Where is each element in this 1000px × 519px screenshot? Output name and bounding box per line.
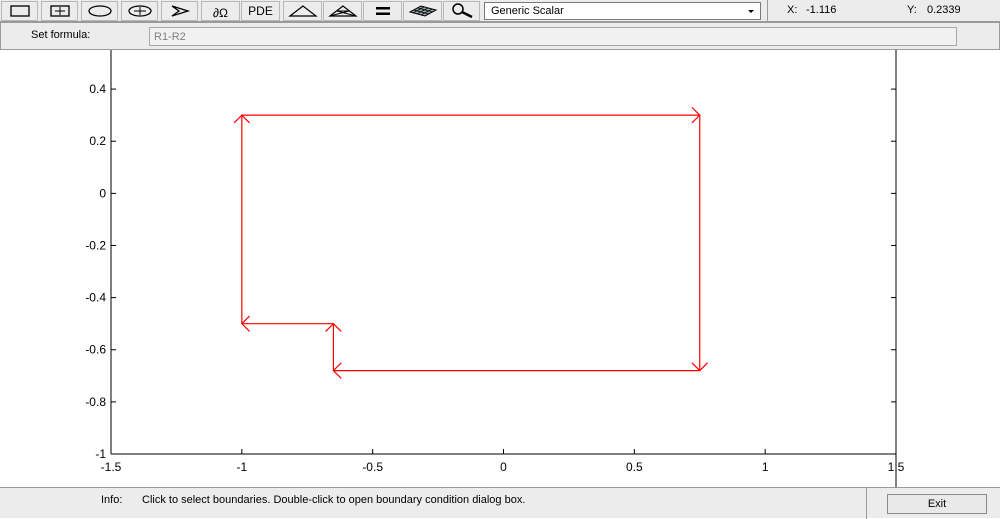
- set-formula-label: Set formula:: [31, 29, 91, 41]
- x-coordinate-label: X:: [787, 4, 798, 16]
- x-tick-label: -1: [236, 460, 247, 474]
- x-tick-label: -0.5: [362, 460, 383, 474]
- centered-ellipse-tool-button[interactable]: [121, 1, 158, 21]
- y-coordinate-label: Y:: [907, 4, 917, 16]
- boundary-edges[interactable]: [233, 106, 708, 379]
- plot-solution-button[interactable]: [403, 1, 442, 21]
- polygon-icon: [171, 5, 190, 17]
- pde-button[interactable]: PDE: [241, 1, 280, 21]
- x-tick-label: 1: [762, 460, 769, 474]
- y-axis-ticks: 0.4 0.2 0 -0.2 -0.4 -0.6 -0.8 -1: [85, 82, 896, 461]
- boundary-icon: ∂Ω: [213, 6, 228, 20]
- x-coordinate-value: -1.116: [806, 4, 837, 16]
- formula-bar: Set formula: R1-R2: [0, 22, 1000, 50]
- pde-label: PDE: [248, 4, 273, 18]
- exit-label: Exit: [927, 498, 947, 510]
- x-tick-label: 1.5: [888, 460, 905, 474]
- polygon-tool-button[interactable]: [161, 1, 198, 21]
- application-mode-value: Generic Scalar: [491, 5, 564, 17]
- rectangle-tool-button[interactable]: [1, 1, 38, 21]
- solve-button[interactable]: [363, 1, 402, 21]
- x-axis-ticks: -1.5 -1 -0.5 0 0.5 1 1.5: [101, 449, 905, 474]
- centered-rectangle-tool-button[interactable]: [41, 1, 78, 21]
- boundary-mode-button[interactable]: ∂Ω: [201, 1, 240, 21]
- y-tick-label: -0.2: [85, 238, 106, 252]
- info-text: Click to select boundaries. Double-click…: [142, 494, 526, 506]
- y-tick-label: -0.4: [85, 291, 106, 305]
- y-tick-label: -0.8: [85, 395, 106, 409]
- magnifier-icon: [451, 3, 473, 19]
- ellipse-tool-button[interactable]: [81, 1, 118, 21]
- x-tick-label: 0: [500, 460, 507, 474]
- coordinate-readout: X: -1.116 Y: 0.2339: [767, 0, 1000, 21]
- axes-frame: [110, 50, 896, 455]
- equals-icon: [375, 7, 390, 15]
- triangle-icon: [287, 5, 318, 17]
- y-tick-label: 0.2: [89, 134, 106, 148]
- chevron-down-icon: [748, 10, 754, 13]
- x-tick-label: 0.5: [626, 460, 643, 474]
- y-tick-label: 0.4: [89, 82, 106, 96]
- info-bar-divider: [866, 488, 867, 519]
- application-mode-select[interactable]: Generic Scalar: [484, 2, 761, 20]
- surface-plot-icon: [408, 5, 437, 17]
- info-label: Info:: [101, 494, 123, 506]
- exit-button[interactable]: Exit: [887, 494, 987, 514]
- centered-ellipse-icon: [127, 5, 152, 17]
- y-coordinate-value: 0.2339: [927, 4, 961, 16]
- init-mesh-button[interactable]: [283, 1, 322, 21]
- refine-mesh-button[interactable]: [323, 1, 362, 21]
- rectangle-icon: [9, 5, 30, 17]
- y-tick-label: 0: [99, 186, 106, 200]
- set-formula-input[interactable]: R1-R2: [149, 27, 957, 46]
- y-tick-label: -1: [95, 447, 106, 461]
- info-bar: Info: Click to select boundaries. Double…: [0, 487, 1000, 519]
- zoom-button[interactable]: [443, 1, 480, 21]
- toolbar: ∂Ω PDE Generic Scalar X: -1.116 Y: 0.233…: [0, 0, 1000, 22]
- x-tick-label: -1.5: [101, 460, 122, 474]
- centered-rectangle-icon: [49, 5, 70, 17]
- geometry-plot[interactable]: -1.5 -1 -0.5 0 0.5 1 1.5 0.40.20-0.2-0.4-0.6-0…: [0, 50, 1000, 487]
- refine-triangle-icon: [327, 5, 358, 17]
- ellipse-icon: [87, 5, 112, 17]
- y-tick-label: -0.6: [85, 343, 106, 357]
